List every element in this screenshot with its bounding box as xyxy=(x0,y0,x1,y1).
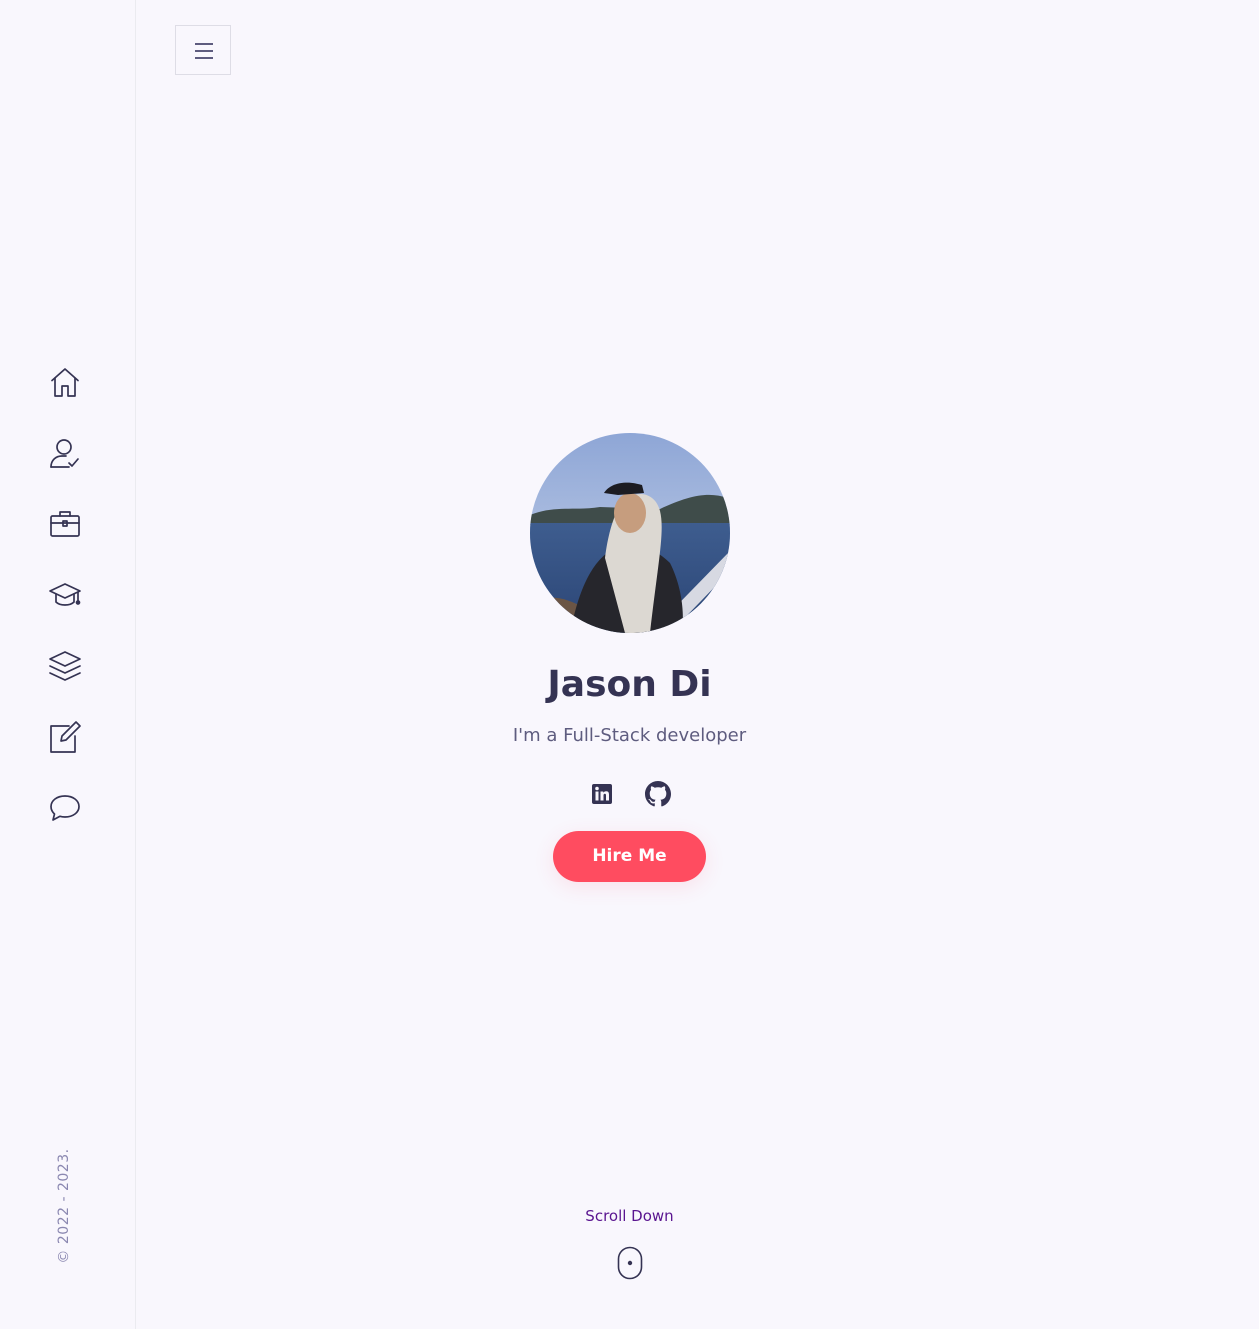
nav-services[interactable] xyxy=(45,504,85,544)
scroll-down-label[interactable]: Scroll Down xyxy=(137,1206,1122,1226)
linkedin-icon xyxy=(591,784,612,804)
home-icon xyxy=(51,368,79,397)
nav-about[interactable] xyxy=(45,433,85,473)
nav-works[interactable] xyxy=(45,646,85,686)
hero-section: Jason Di I'm a Full-Stack developer Hire… xyxy=(137,433,1122,882)
linkedin-link[interactable] xyxy=(589,781,615,807)
mouse-icon xyxy=(617,1246,642,1280)
sidebar: © 2022 - 2023. xyxy=(0,0,136,1329)
hero-name: Jason Di xyxy=(547,664,712,705)
profile-photo xyxy=(529,433,730,633)
scroll-down[interactable]: Scroll Down xyxy=(137,1206,1122,1280)
nav-experience[interactable] xyxy=(45,575,85,615)
chat-bubble-icon xyxy=(50,795,80,821)
copyright-text: © 2022 - 2023. xyxy=(56,1148,72,1264)
layers-icon xyxy=(49,651,81,681)
social-links xyxy=(137,781,1122,811)
hire-me-button[interactable]: Hire Me xyxy=(553,831,706,882)
user-check-icon xyxy=(50,439,79,468)
nav-home[interactable] xyxy=(45,362,85,402)
hero-subtitle: I'm a Full-Stack developer xyxy=(512,725,747,746)
graduation-cap-icon xyxy=(49,583,81,606)
sidebar-nav xyxy=(0,362,136,859)
github-icon xyxy=(644,781,671,807)
github-link[interactable] xyxy=(644,781,671,807)
edit-icon xyxy=(50,721,81,753)
main-content: Jason Di I'm a Full-Stack developer Hire… xyxy=(137,0,1122,1329)
briefcase-icon xyxy=(50,511,80,537)
nav-contact[interactable] xyxy=(45,788,85,828)
nav-blog[interactable] xyxy=(45,717,85,757)
